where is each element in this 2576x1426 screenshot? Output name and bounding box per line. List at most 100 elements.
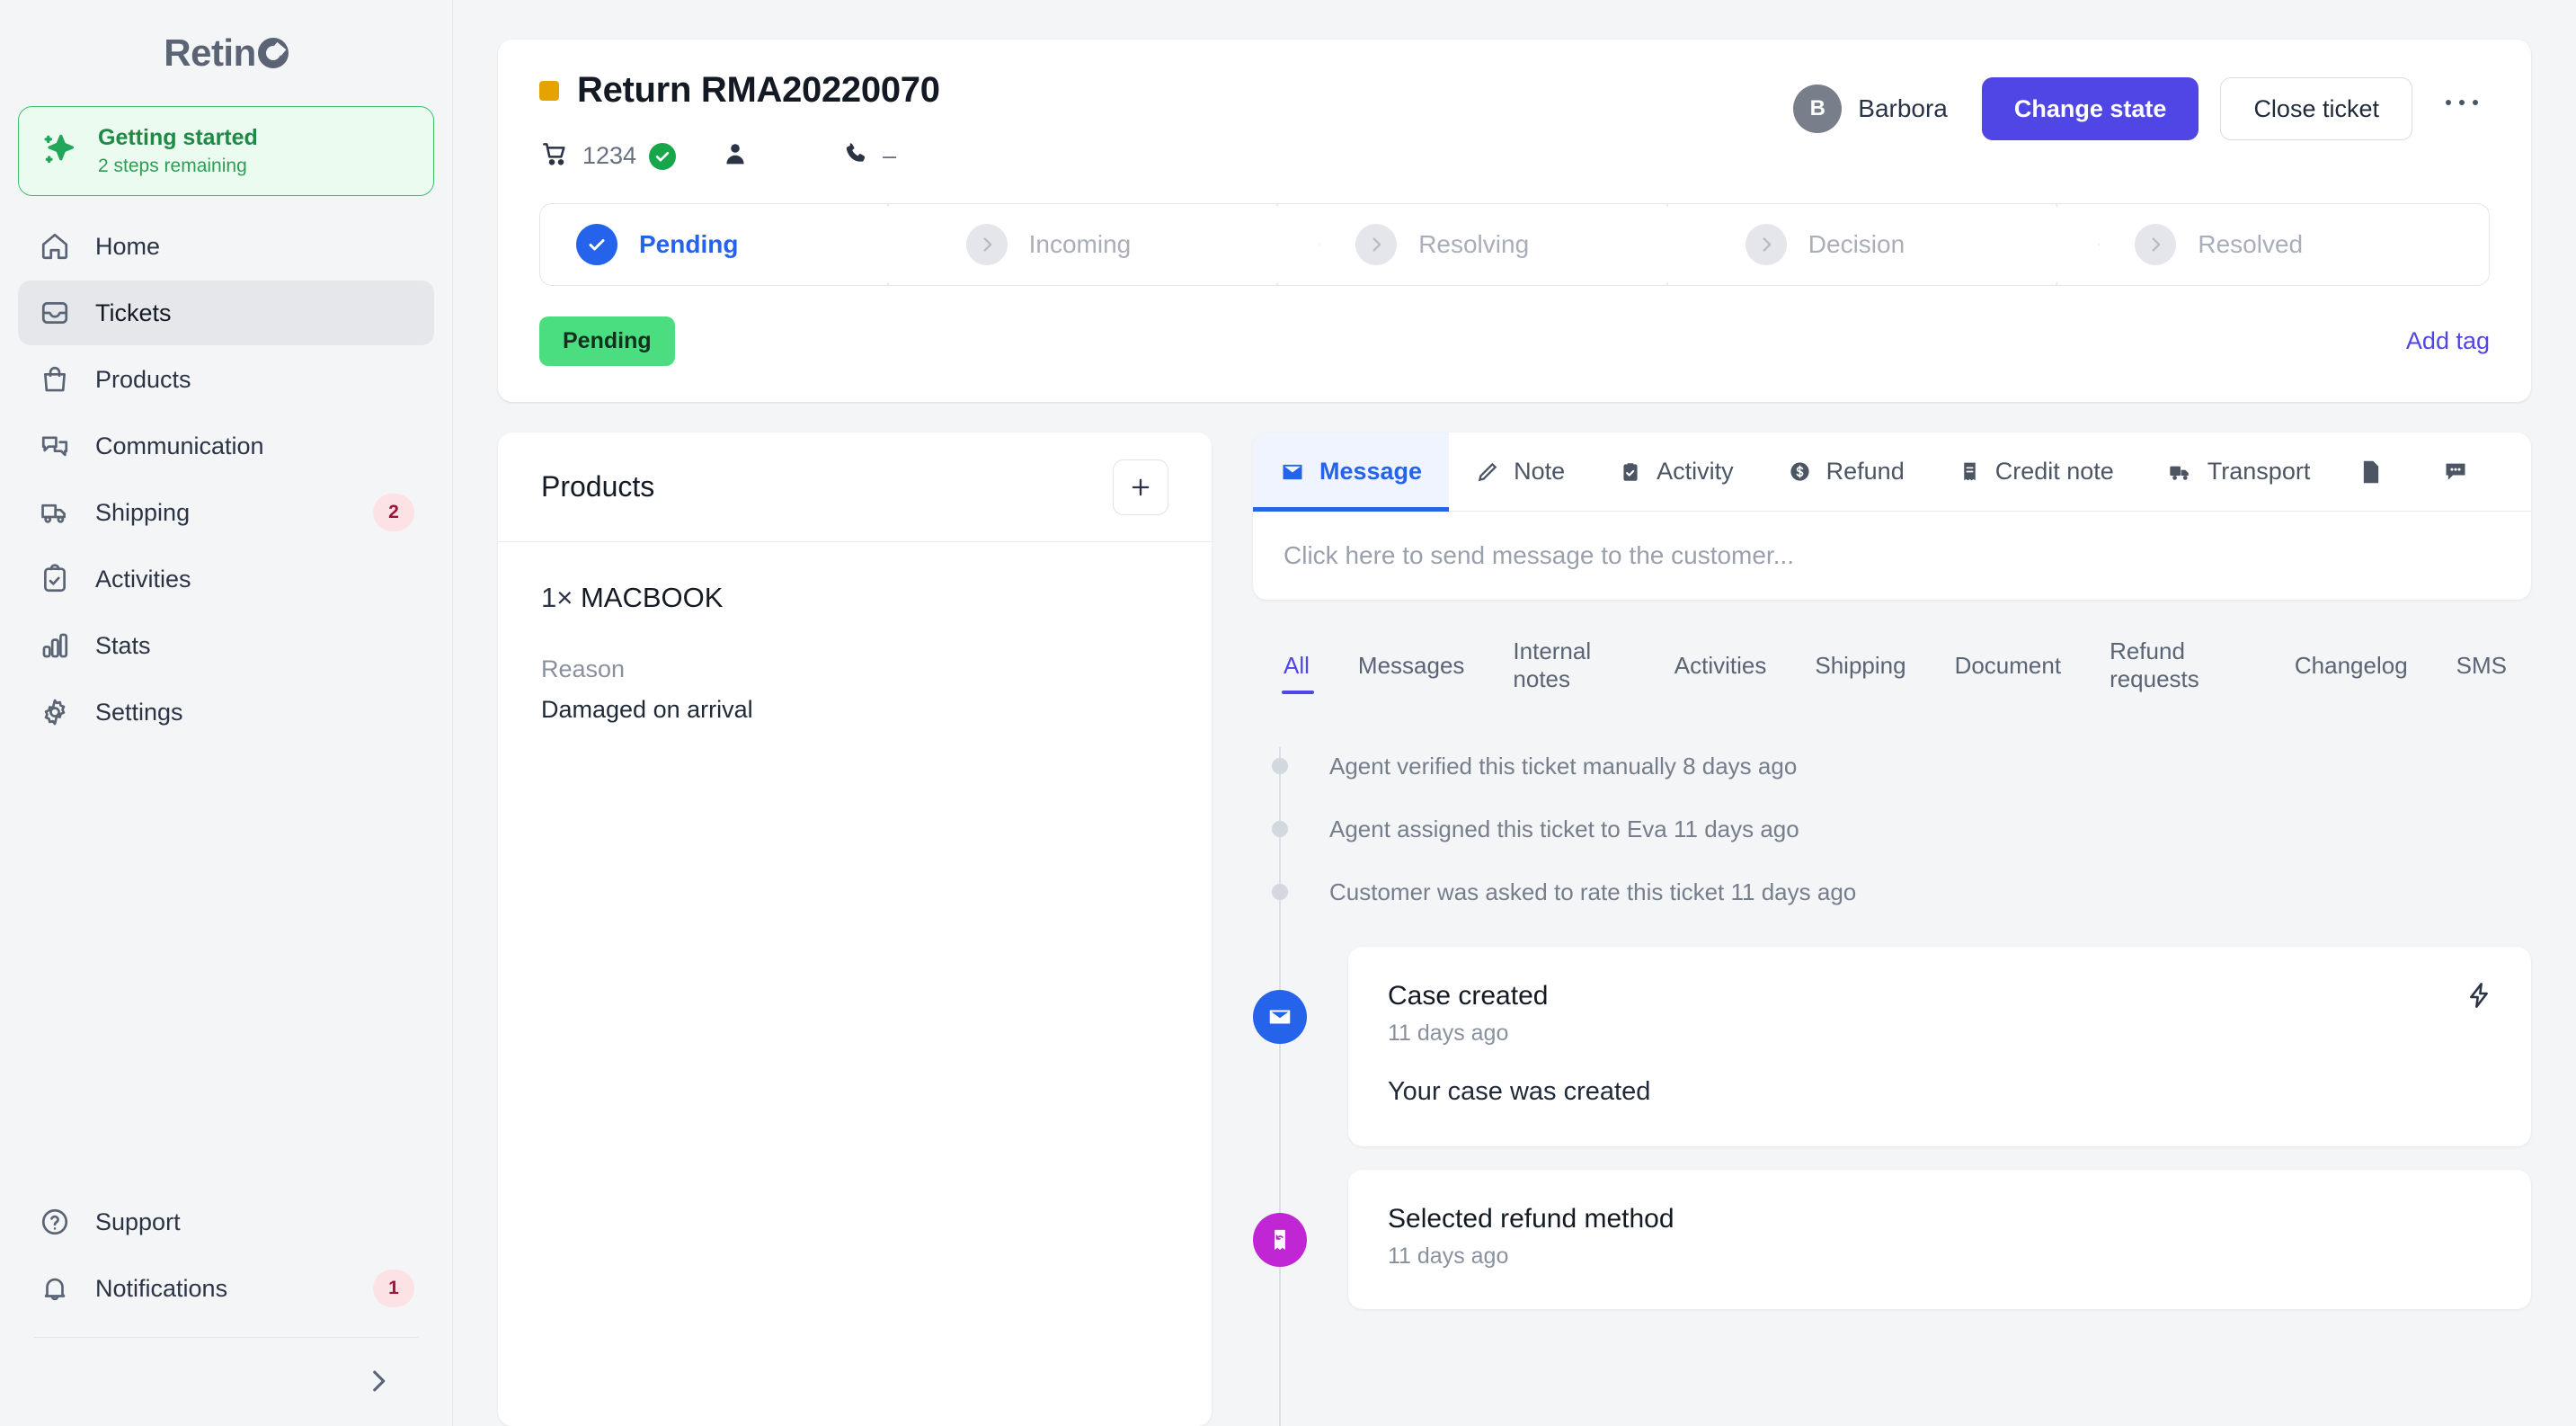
sidebar-item-shipping[interactable]: Shipping 2 — [18, 480, 434, 545]
timeline-event: Customer was asked to rate this ticket 1… — [1253, 860, 2531, 923]
tab-label: Note — [1514, 458, 1566, 485]
person-icon — [721, 139, 750, 173]
app-root: RetinoRetin Getting started 2 steps rema… — [0, 0, 2576, 1426]
filter-tab-shipping[interactable]: Shipping — [1790, 652, 1930, 694]
close-ticket-button[interactable]: Close ticket — [2220, 77, 2412, 140]
ticket-stepper: Pending Incoming Resolving Decision Reso… — [539, 203, 2490, 286]
sidebar-item-notifications[interactable]: Notifications 1 — [18, 1256, 434, 1321]
stepper-separator — [1666, 204, 1710, 285]
composer-card: Message Note Activity Refund Credit note… — [1253, 432, 2531, 600]
filter-tab-activities[interactable]: Activities — [1650, 652, 1791, 694]
sidebar-item-communication[interactable]: Communication — [18, 414, 434, 478]
filter-tab-refund-requests[interactable]: Refund requests — [2085, 637, 2270, 708]
phone-icon — [843, 140, 870, 172]
mail-icon — [1280, 459, 1305, 485]
tab-sms[interactable] — [2420, 432, 2506, 511]
tab-activity[interactable]: Activity — [1592, 432, 1761, 511]
ticket-meta-row: 1234 – — [539, 139, 1793, 173]
filter-tab-messages[interactable]: Messages — [1334, 652, 1489, 694]
assignee[interactable]: B Barbora — [1793, 85, 1948, 133]
logo-o-mark — [257, 38, 289, 68]
sidebar-nav: Home Tickets Products Communication Ship… — [0, 214, 452, 744]
products-title: Products — [541, 470, 655, 503]
timeline-card-refund-method: Selected refund method 11 days ago — [1348, 1170, 2531, 1309]
stepper-step-incoming[interactable]: Incoming — [930, 204, 1320, 285]
stepper-step-resolved[interactable]: Resolved — [2099, 204, 2489, 285]
filter-tab-internal-notes[interactable]: Internal notes — [1488, 637, 1649, 708]
phone-value: – — [883, 142, 897, 169]
timeline-dot-icon — [1272, 821, 1288, 837]
tab-note[interactable]: Note — [1449, 432, 1592, 511]
getting-started-card[interactable]: Getting started 2 steps remaining — [18, 106, 434, 196]
message-input[interactable]: Click here to send message to the custom… — [1253, 512, 2531, 600]
bell-icon — [38, 1271, 72, 1306]
sidebar-item-label: Shipping — [95, 498, 191, 526]
sidebar-secondary-nav: Support Notifications 1 — [0, 1190, 452, 1321]
sidebar-item-products[interactable]: Products — [18, 347, 434, 412]
sidebar-item-tickets[interactable]: Tickets — [18, 281, 434, 345]
order-meta[interactable]: 1234 — [541, 139, 677, 173]
brand-logo[interactable]: RetinoRetin — [0, 0, 452, 106]
ellipsis-icon[interactable] — [2434, 81, 2490, 137]
tab-label: Refund — [1825, 458, 1905, 485]
add-tag-button[interactable]: Add tag — [2406, 327, 2490, 355]
status-badge[interactable]: Pending — [539, 316, 675, 366]
status-square-icon — [539, 80, 559, 101]
sidebar-item-activities[interactable]: Activities — [18, 547, 434, 611]
stepper-label: Resolved — [2198, 230, 2304, 258]
filter-tab-sms[interactable]: SMS — [2432, 652, 2531, 694]
stepper-step-decision[interactable]: Decision — [1710, 204, 2100, 285]
sidebar-item-support[interactable]: Support — [18, 1190, 434, 1254]
pencil-icon — [1476, 460, 1499, 484]
plus-icon — [1132, 478, 1150, 495]
stepper-label: Pending — [639, 230, 739, 258]
content-area: Products 1× MACBOOK Reason Damaged on ar… — [498, 432, 2531, 1426]
stepper-step-resolving[interactable]: Resolving — [1319, 204, 1710, 285]
tab-message[interactable]: Message — [1253, 432, 1450, 512]
phone-meta[interactable]: – — [843, 140, 896, 172]
products-panel: Products 1× MACBOOK Reason Damaged on ar… — [498, 432, 1212, 1426]
change-state-button[interactable]: Change state — [1981, 77, 2199, 140]
filter-tab-all[interactable]: All — [1262, 652, 1334, 694]
tab-credit-note[interactable]: Credit note — [1932, 432, 2141, 511]
ticket-title-block: Return RMA20220070 1234 – — [539, 70, 1793, 173]
tab-transport[interactable]: Transport — [2141, 432, 2338, 511]
chevron-right-icon[interactable] — [359, 1361, 398, 1401]
event-time: 11 days ago — [1388, 1020, 1509, 1046]
ticket-header-actions: B Barbora Change state Close ticket — [1793, 70, 2490, 140]
bar-chart-icon — [38, 628, 72, 663]
check-icon — [576, 224, 617, 265]
lightning-icon[interactable] — [2465, 981, 2493, 1014]
sidebar-item-settings[interactable]: Settings — [18, 680, 434, 744]
sidebar-item-home[interactable]: Home — [18, 214, 434, 279]
sidebar-badge-shipping: 2 — [373, 494, 414, 531]
sidebar-item-label: Stats — [95, 631, 151, 659]
sidebar-item-label: Products — [95, 365, 191, 393]
sidebar-item-label: Home — [95, 232, 161, 260]
tab-refund[interactable]: Refund — [1761, 432, 1932, 511]
sidebar-item-label: Notifications — [95, 1274, 228, 1302]
sidebar-item-stats[interactable]: Stats — [18, 613, 434, 678]
activity-timeline: Agent verified this ticket manually 8 da… — [1253, 735, 2531, 1426]
stepper-step-pending[interactable]: Pending — [540, 204, 930, 285]
filter-tab-changelog[interactable]: Changelog — [2270, 652, 2432, 694]
chevron-right-icon — [965, 224, 1008, 265]
sidebar-collapse-row — [0, 1338, 452, 1401]
chevron-right-icon — [2135, 224, 2177, 265]
product-item: 1× MACBOOK — [541, 582, 1168, 614]
timeline-event-text: Agent assigned this ticket to Eva 11 day… — [1329, 815, 1799, 842]
tab-document[interactable] — [2337, 432, 2420, 511]
mail-icon — [1253, 990, 1307, 1044]
filter-tab-document[interactable]: Document — [1931, 652, 2086, 694]
tab-label: Message — [1319, 458, 1423, 485]
sidebar-item-label: Activities — [95, 565, 191, 593]
customer-meta[interactable] — [721, 139, 750, 173]
product-title: MACBOOK — [580, 582, 724, 613]
products-body: 1× MACBOOK Reason Damaged on arrival — [498, 542, 1212, 763]
add-product-button[interactable] — [1113, 459, 1168, 515]
stepper-label: Decision — [1808, 230, 1905, 258]
stepper-separator — [2056, 204, 2099, 285]
chat-icon — [38, 429, 72, 463]
sidebar-badge-notifications: 1 — [373, 1270, 414, 1307]
composer-tabs: Message Note Activity Refund Credit note… — [1253, 432, 2531, 512]
